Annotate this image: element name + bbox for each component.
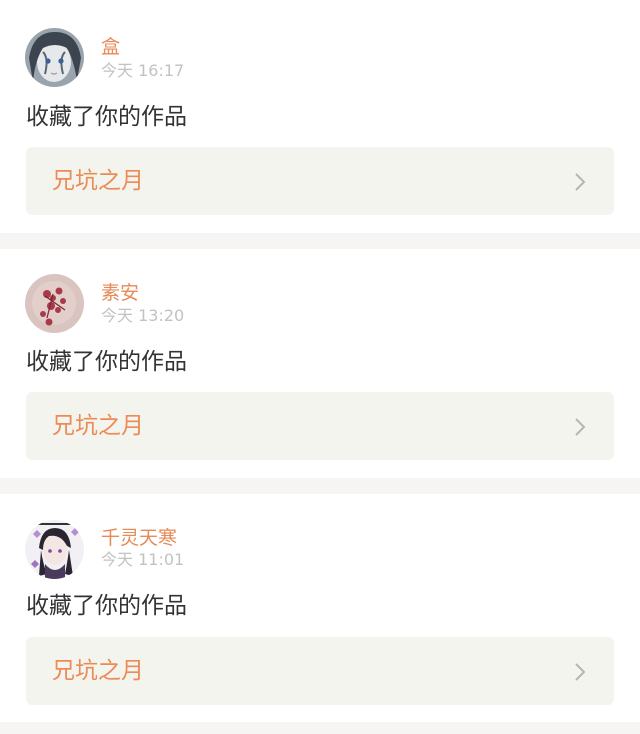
avatar[interactable]	[25, 28, 84, 87]
avatar-dark-hair-portrait-icon	[25, 28, 84, 87]
username[interactable]: 千灵天寒	[101, 527, 177, 549]
work-title: 兄坑之月	[52, 413, 144, 439]
chevron-right-icon	[574, 172, 586, 192]
notification-card: 千灵天寒 今天 11:01 收藏了你的作品 兄坑之月	[0, 494, 640, 722]
work-link[interactable]: 兄坑之月	[26, 637, 614, 705]
action-text: 收藏了你的作品	[26, 593, 187, 619]
work-title: 兄坑之月	[52, 658, 144, 684]
chevron-right-icon	[574, 662, 586, 682]
separator	[0, 233, 640, 249]
notification-card: 盒 今天 16:17 收藏了你的作品 兄坑之月	[0, 0, 640, 233]
timestamp: 今天 13:20	[101, 306, 185, 325]
timestamp: 今天 16:17	[101, 61, 185, 80]
work-link[interactable]: 兄坑之月	[26, 147, 614, 215]
notification-card: 素安 今天 13:20 收藏了你的作品 兄坑之月	[0, 249, 640, 478]
avatar[interactable]	[25, 274, 84, 333]
username[interactable]: 素安	[101, 282, 139, 304]
work-title: 兄坑之月	[52, 168, 144, 194]
avatar-anime-girl-purple-icon	[25, 520, 84, 579]
username[interactable]: 盒	[101, 36, 120, 58]
timestamp: 今天 11:01	[101, 550, 185, 569]
action-text: 收藏了你的作品	[26, 104, 187, 130]
separator	[0, 478, 640, 494]
avatar-red-flower-icon	[25, 274, 84, 333]
work-link[interactable]: 兄坑之月	[26, 392, 614, 460]
avatar[interactable]	[25, 520, 84, 579]
notification-feed: 盒 今天 16:17 收藏了你的作品 兄坑之月 素安 今天 13:20 收藏了你…	[0, 0, 640, 734]
separator	[0, 722, 640, 734]
action-text: 收藏了你的作品	[26, 349, 187, 375]
chevron-right-icon	[574, 417, 586, 437]
